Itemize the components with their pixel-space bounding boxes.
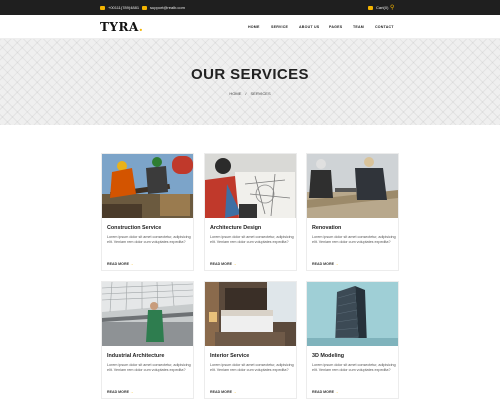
breadcrumb: HOME / SERVICES [0,91,500,96]
nav-service[interactable]: SERVICE [271,25,288,29]
read-more-label: READ MORE [210,390,232,394]
architect-blueprint-photo [205,154,296,218]
read-more-link[interactable]: READ MORE→ [210,390,237,394]
read-more-link[interactable]: READ MORE→ [312,390,339,394]
arrow-right-icon: → [232,390,237,394]
email-address: support@realb.com [150,5,185,10]
arrow-right-icon: → [334,262,339,266]
card-title[interactable]: 3D Modeling [312,353,344,359]
page-title: OUR SERVICES [191,66,309,83]
card-description: Lorem ipsum dolor sit amet consectetur, … [312,363,396,373]
nav-team[interactable]: TEAM [353,25,364,29]
site-header: TYRA. HOME SERVICE ABOUT US PAGES TEAM C… [0,15,500,39]
phone-contact[interactable]: +00111(789)4881 [100,0,139,15]
phone-icon [100,5,105,10]
construction-workers-photo [102,154,193,218]
breadcrumb-home[interactable]: HOME [229,91,241,96]
arrow-right-icon: → [334,390,339,394]
breadcrumb-separator: / [245,91,247,96]
nav-pages[interactable]: PAGES [329,25,342,29]
renovation-workers-photo [307,154,398,218]
service-card-industrial[interactable]: Industrial Architecture Lorem ipsum dolo… [101,281,194,399]
nav-home[interactable]: HOME [248,25,260,29]
read-more-link[interactable]: READ MORE→ [210,262,237,266]
site-logo[interactable]: TYRA. [100,20,143,34]
card-title[interactable]: Construction Service [107,225,161,231]
read-more-link[interactable]: READ MORE→ [107,262,134,266]
read-more-label: READ MORE [107,390,129,394]
breadcrumb-current: SERVICES [250,91,271,96]
card-title[interactable]: Architecture Design [210,225,261,231]
bedroom-interior-photo [205,282,296,346]
card-title[interactable]: Industrial Architecture [107,353,164,359]
service-card-architecture[interactable]: Architecture Design Lorem ipsum dolor si… [204,153,297,271]
industrial-hall-photo [102,282,193,346]
card-title[interactable]: Renovation [312,225,341,231]
read-more-label: READ MORE [312,390,334,394]
card-description: Lorem ipsum dolor sit amet consectetur, … [210,363,294,373]
read-more-link[interactable]: READ MORE→ [107,390,134,394]
card-description: Lorem ipsum dolor sit amet consectetur, … [210,235,294,245]
read-more-label: READ MORE [312,262,334,266]
service-card-construction[interactable]: Construction Service Lorem ipsum dolor s… [101,153,194,271]
page-hero: OUR SERVICES HOME / SERVICES [0,39,500,125]
mail-icon [142,5,147,10]
card-description: Lorem ipsum dolor sit amet consectetur, … [312,235,396,245]
read-more-label: READ MORE [107,262,129,266]
service-card-interior[interactable]: Interior Service Lorem ipsum dolor sit a… [204,281,297,399]
logo-dot: . [138,20,144,34]
service-card-3d-modeling[interactable]: 3D Modeling Lorem ipsum dolor sit amet c… [306,281,399,399]
read-more-label: READ MORE [210,262,232,266]
card-description: Lorem ipsum dolor sit amet consectetur, … [107,363,191,373]
service-card-renovation[interactable]: Renovation Lorem ipsum dolor sit amet co… [306,153,399,271]
arrow-right-icon: → [232,262,237,266]
arrow-right-icon: → [129,390,134,394]
phone-number: +00111(789)4881 [108,5,140,10]
card-description: Lorem ipsum dolor sit amet consectetur, … [107,235,191,245]
read-more-link[interactable]: READ MORE→ [312,262,339,266]
card-title[interactable]: Interior Service [210,353,249,359]
search-icon[interactable]: ⚲ [390,0,394,15]
cart-link[interactable]: Cart(0) [368,0,388,15]
cart-icon [368,5,373,10]
nav-contact[interactable]: CONTACT [375,25,394,29]
logo-text: TYRA [100,20,139,34]
top-bar: +00111(789)4881 support@realb.com Cart(0… [0,0,500,15]
arrow-right-icon: → [129,262,134,266]
nav-about-us[interactable]: ABOUT US [299,25,319,29]
cart-label: Cart(0) [376,5,389,10]
skyscraper-photo [307,282,398,346]
email-contact[interactable]: support@realb.com [142,0,185,15]
